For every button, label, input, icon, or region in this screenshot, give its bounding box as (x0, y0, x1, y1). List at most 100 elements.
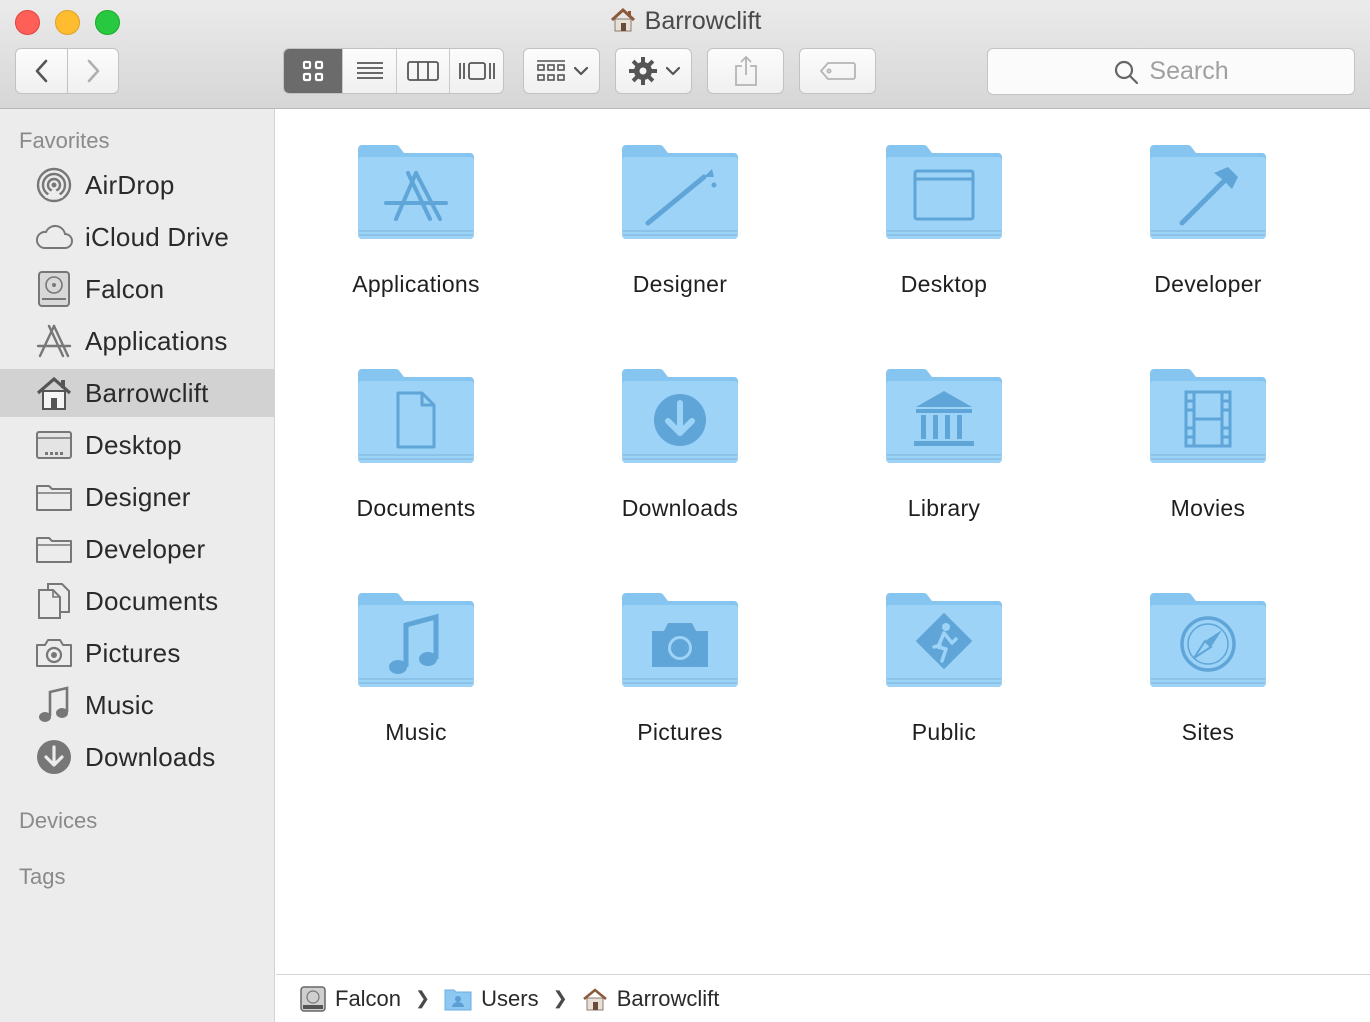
columns-icon (407, 61, 440, 81)
applications-icon (34, 321, 74, 361)
path-item-falcon[interactable]: Falcon (300, 986, 401, 1012)
folder-label: Library (907, 495, 981, 521)
list-icon (356, 62, 383, 79)
sidebar-item-label: Downloads (85, 741, 216, 772)
grid-icon (303, 60, 324, 82)
document-icon (358, 369, 474, 463)
hard-drive-icon (34, 269, 74, 309)
folder-label: Developer (1154, 271, 1262, 297)
home-icon (609, 7, 637, 40)
sidebar-item-label: Developer (85, 533, 206, 564)
film-icon (1150, 369, 1266, 463)
folder-icon (34, 477, 74, 517)
brush-icon (622, 145, 738, 239)
folder-label: Sites (1181, 719, 1235, 745)
desktop-icon (34, 425, 74, 465)
folder-label: Designer (632, 271, 728, 297)
hard-drive-icon (300, 985, 326, 1012)
folder-item-public[interactable]: Public (839, 561, 1049, 761)
folder-item-documents[interactable]: Documents (311, 337, 521, 537)
chevron-right-icon: ❯ (552, 988, 568, 1008)
path-label: Falcon (335, 985, 402, 1011)
folder-item-sites[interactable]: Sites (1103, 561, 1313, 761)
sidebar-item-downloads[interactable]: Downloads (0, 733, 274, 781)
folder-item-music[interactable]: Music (311, 561, 521, 761)
path-label: Users (481, 985, 539, 1011)
path-bar: Falcon ❯ Users ❯ Barrowclift (276, 974, 1370, 1022)
home-icon (34, 373, 74, 413)
sidebar-item-label: Designer (85, 481, 191, 512)
hammer-icon (1150, 145, 1266, 239)
sidebar-item-documents[interactable]: Documents (0, 577, 274, 625)
window-title: Barrowclift (644, 7, 762, 35)
music-note-icon (34, 685, 74, 725)
search-icon (1115, 60, 1139, 84)
folder-item-desktop[interactable]: Desktop (839, 113, 1049, 313)
devices-header: Devices (19, 808, 98, 833)
folder-item-pictures[interactable]: Pictures (575, 561, 785, 761)
back-button[interactable] (15, 48, 68, 94)
path-item-barrowclift[interactable]: Barrowclift (582, 986, 719, 1012)
forward-button[interactable] (67, 48, 119, 94)
sidebar-item-label: Falcon (85, 273, 165, 304)
column-view-button[interactable] (395, 49, 450, 93)
folder-item-downloads[interactable]: Downloads (575, 337, 785, 537)
download-icon (622, 369, 738, 463)
chevron-right-icon: ❯ (415, 988, 431, 1008)
folder-label: Public (911, 719, 977, 745)
sidebar-item-label: Music (85, 689, 154, 720)
sidebar-item-label: Pictures (85, 637, 181, 668)
airdrop-icon (34, 165, 74, 205)
music-note-icon (358, 593, 474, 687)
users-folder-icon (444, 989, 472, 1010)
sidebar-item-desktop[interactable]: Desktop (0, 421, 274, 469)
sidebar-item-developer[interactable]: Developer (0, 525, 274, 573)
sidebar-item-barrowclift[interactable]: Barrowclift (0, 369, 274, 417)
folder-item-developer[interactable]: Developer (1103, 113, 1313, 313)
share-icon (734, 55, 757, 86)
public-icon (886, 593, 1002, 687)
group-by-button[interactable] (523, 48, 600, 94)
folder-label: Movies (1170, 495, 1246, 521)
sidebar-item-icloud-drive[interactable]: iCloud Drive (0, 213, 274, 261)
gallery-view-button[interactable] (449, 49, 503, 93)
view-mode-control (283, 48, 504, 94)
tags-header: Tags (19, 864, 66, 889)
action-menu-button[interactable] (615, 48, 692, 94)
folder-item-applications[interactable]: Applications (311, 113, 521, 313)
library-icon (886, 369, 1002, 463)
camera-icon (34, 633, 74, 673)
window-title-wrap: Barrowclift (0, 7, 1370, 40)
folder-item-movies[interactable]: Movies (1103, 337, 1313, 537)
gear-icon (628, 57, 657, 85)
folder-item-library[interactable]: Library (839, 337, 1049, 537)
folder-label: Documents (356, 495, 476, 521)
edit-tags-button[interactable] (799, 48, 876, 94)
share-button[interactable] (707, 48, 784, 94)
search-field[interactable]: Search (987, 48, 1355, 95)
folder-label: Pictures (637, 719, 723, 745)
sidebar-item-label: Barrowclift (85, 377, 209, 408)
folder-label: Desktop (900, 271, 988, 297)
path-item-users[interactable]: Users (444, 985, 539, 1012)
sidebar-item-falcon[interactable]: Falcon (0, 265, 274, 313)
sidebar-item-airdrop[interactable]: AirDrop (0, 161, 274, 209)
compass-icon (1150, 593, 1266, 687)
search-placeholder: Search (1149, 57, 1229, 85)
sidebar-item-label: AirDrop (85, 169, 175, 200)
sidebar-item-designer[interactable]: Designer (0, 473, 274, 521)
list-view-button[interactable] (342, 49, 396, 93)
download-icon (34, 737, 74, 777)
folder-label: Music (385, 719, 447, 745)
folder-item-designer[interactable]: Designer (575, 113, 785, 313)
icon-view-button[interactable] (284, 49, 343, 93)
sidebar-item-label: Applications (85, 325, 228, 356)
chevron-left-icon (35, 59, 47, 83)
tag-icon (819, 62, 856, 80)
sidebar-item-applications[interactable]: Applications (0, 317, 274, 365)
folder-label: Downloads (621, 495, 739, 521)
chevron-down-icon (665, 66, 680, 76)
sidebar-item-music[interactable]: Music (0, 681, 274, 729)
sidebar-item-pictures[interactable]: Pictures (0, 629, 274, 677)
file-grid: Applications Designer Desktop Developer Docu… (276, 110, 1370, 974)
